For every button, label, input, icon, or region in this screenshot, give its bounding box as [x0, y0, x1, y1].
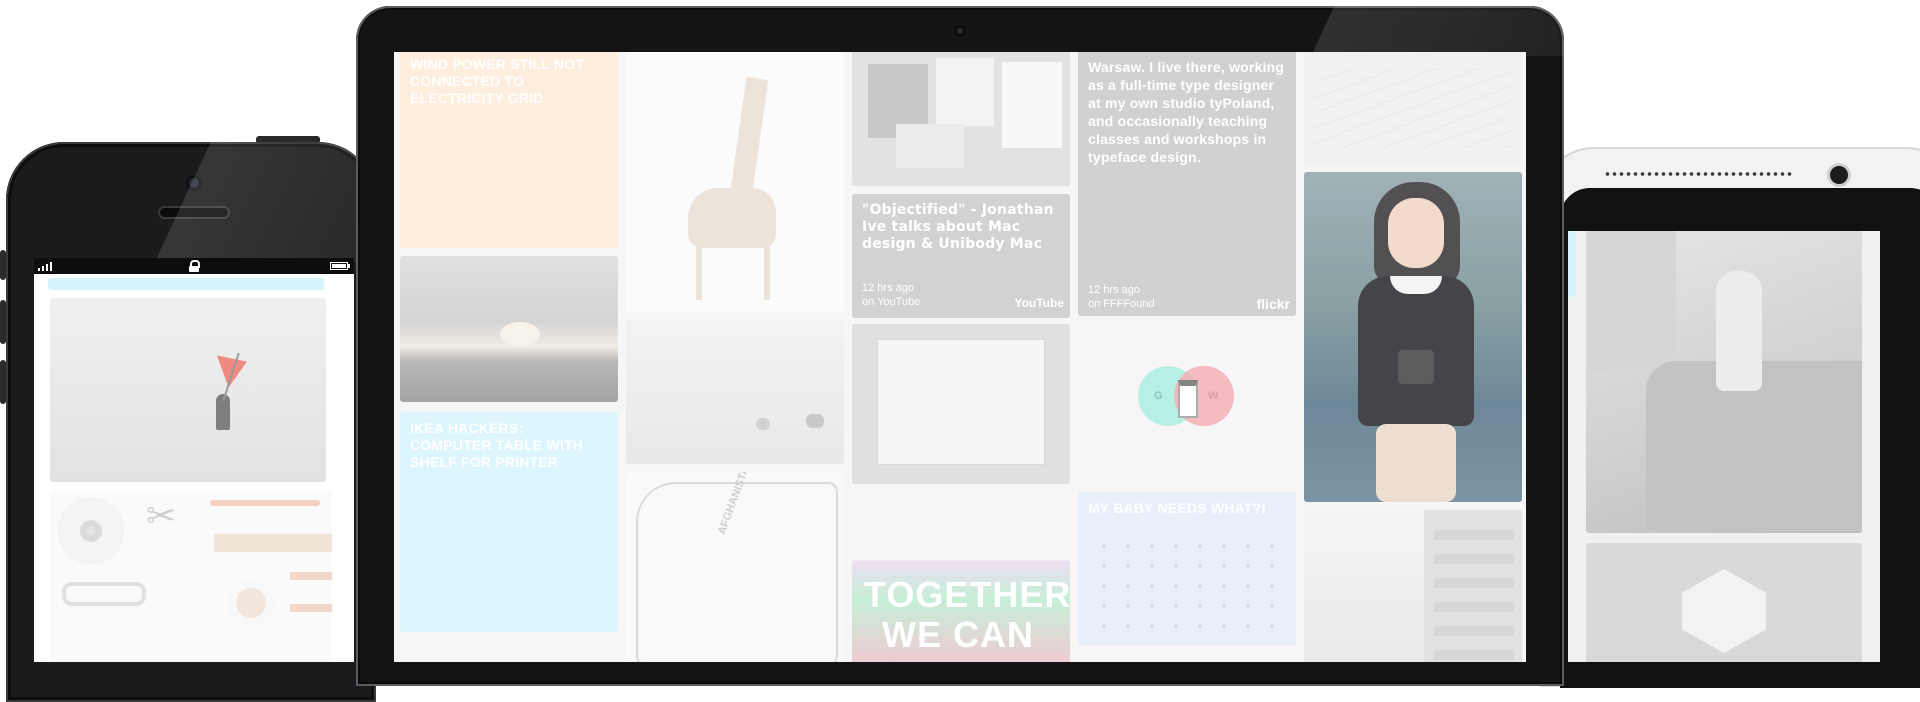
laptop-camera	[954, 25, 966, 37]
tile-jony-ive-source: on YouTube	[862, 296, 921, 308]
tile-jony-ive-time: 12 hrs ago	[862, 282, 914, 294]
tile-wind-power-title: WIND POWER STILL NOT CONNECTED TO ELECTR…	[410, 56, 585, 106]
together-line-2: WE CAN	[882, 614, 1034, 655]
tile-desk-objects[interactable]: ✂	[50, 492, 332, 662]
laptop-screen: WIND POWER STILL NOT CONNECTED TO ELECTR…	[394, 52, 1526, 662]
iphone-side-button	[0, 300, 6, 344]
card-shape	[936, 58, 994, 126]
woman-legs	[1376, 424, 1456, 502]
notebook-page	[878, 340, 1044, 464]
letter-grid	[1092, 536, 1282, 632]
iphone-status-bar	[34, 258, 354, 274]
signal-icon	[38, 262, 54, 271]
battery-icon	[330, 262, 350, 270]
tile-jony-ive[interactable]: "Objectified" - Jonathan Ive talks about…	[852, 194, 1070, 318]
beer-glass-icon	[1178, 380, 1198, 418]
tile-gw-logo[interactable]: G W	[1078, 322, 1296, 486]
camera-icon	[1398, 350, 1434, 384]
tile-foggy-field-photo[interactable]	[626, 320, 844, 464]
tile-sunset-field-photo[interactable]	[400, 256, 618, 402]
tile-my-baby-title: MY BABY NEEDS WHAT?!	[1088, 500, 1267, 516]
tile-cyan-edge	[1568, 231, 1576, 297]
card-shape	[896, 124, 964, 168]
giraffe-legs	[696, 244, 770, 300]
building-shape	[1586, 231, 1676, 371]
android-front-camera	[1830, 166, 1848, 184]
android-screen	[1568, 231, 1880, 662]
iphone-screen: ✂	[34, 258, 354, 662]
sketch-lines	[1314, 68, 1512, 148]
scissors-icon: ✂	[146, 495, 177, 536]
bar-shape	[290, 604, 332, 612]
tile-wind-power[interactable]: WIND POWER STILL NOT CONNECTED TO ELECTR…	[400, 52, 618, 248]
tile-together-we-can[interactable]: TOGETHER WE CAN	[852, 492, 1070, 662]
tile-my-baby[interactable]: MY BABY NEEDS WHAT?!	[1078, 492, 1296, 646]
ruler-shape	[214, 534, 332, 552]
tile-warsaw-text: Warsaw. I live there, working as a full-…	[1088, 59, 1285, 165]
gw-letter-left: G	[1154, 390, 1163, 402]
cd-icon	[58, 498, 124, 564]
tile-warsaw-time: 12 hrs ago	[1088, 284, 1140, 296]
tile-llama-car-photo[interactable]	[1586, 231, 1862, 533]
bar-shape	[290, 572, 332, 580]
together-line-1: TOGETHER	[864, 574, 1070, 615]
tile-afghanistan-cartoon[interactable]: AFGHANISTAN	[626, 472, 844, 662]
tile-flag-photo[interactable]	[50, 298, 326, 482]
tile-ikea-hackers[interactable]: IKEA HACKERS: COMPUTER TABLE WITH SHELF …	[400, 412, 618, 632]
tile-warsaw[interactable]: Warsaw. I live there, working as a full-…	[1078, 52, 1296, 316]
flickr-logo: flickr	[1256, 296, 1290, 312]
laptop-glass-reflection	[1100, 6, 1564, 56]
llama-shape	[1716, 271, 1762, 391]
gw-letter-right: W	[1208, 390, 1219, 402]
tile-viking-logo[interactable]	[1586, 543, 1862, 662]
tile-stationery-photo[interactable]	[852, 52, 1070, 186]
sun-glow	[500, 322, 540, 346]
tile-cyan-top	[48, 278, 324, 290]
tile-sketch-photo[interactable]	[1304, 52, 1522, 164]
glasses-icon	[62, 582, 146, 606]
tile-notebook-photo[interactable]	[852, 324, 1070, 484]
giraffe-body	[688, 188, 776, 248]
coffee-cup-icon	[228, 580, 274, 626]
tile-warsaw-source: on FFFFound	[1088, 298, 1155, 310]
woman-face	[1388, 198, 1444, 268]
tile-street-photo[interactable]	[1304, 510, 1522, 662]
iphone-glass-reflection	[6, 142, 376, 262]
card-shape	[1002, 62, 1062, 148]
viking-helmet-icon	[1682, 569, 1766, 653]
youtube-logo: YouTube	[1014, 296, 1064, 310]
lock-icon	[189, 260, 200, 272]
pencil-shape	[210, 500, 320, 506]
tile-ikea-hackers-title: IKEA HACKERS: COMPUTER TABLE WITH SHELF …	[410, 420, 584, 470]
tile-woman-camera-photo[interactable]	[1304, 172, 1522, 502]
animal-silhouette	[756, 418, 770, 430]
tile-giraffe-photo[interactable]	[626, 52, 844, 312]
iphone-side-button	[0, 360, 6, 404]
building-windows	[1434, 530, 1514, 662]
tile-jony-ive-title: "Objectified" - Jonathan Ive talks about…	[862, 202, 1054, 252]
giraffe-neck	[729, 77, 769, 199]
android-speaker-grille	[1604, 170, 1794, 178]
animal-silhouette	[806, 414, 824, 428]
